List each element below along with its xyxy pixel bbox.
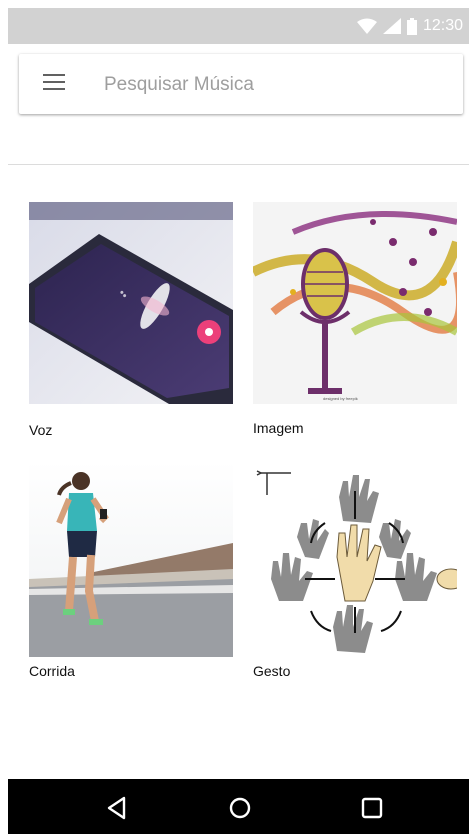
category-label: Corrida	[29, 663, 75, 679]
menu-icon[interactable]	[43, 74, 67, 94]
signal-icon	[382, 18, 401, 34]
status-bar: 12:30	[8, 8, 469, 44]
hand-gesture-image	[253, 461, 457, 657]
category-tile-voz[interactable]: ●● Voz	[29, 202, 233, 442]
search-bar	[19, 54, 463, 114]
app-screen: 12:30 Pesquisar Música ●● Voz designed b…	[8, 8, 469, 834]
svg-text:designed by freepik: designed by freepik	[323, 396, 358, 401]
category-tile-corrida[interactable]: Corrida	[29, 461, 233, 683]
system-nav-bar	[8, 779, 469, 834]
divider	[8, 164, 469, 165]
category-label: Voz	[29, 422, 53, 438]
runner-image	[29, 461, 233, 657]
category-label: Imagem	[253, 420, 304, 436]
status-time: 12:30	[422, 17, 463, 34]
category-tile-gesto[interactable]: Gesto	[253, 461, 457, 683]
home-icon[interactable]	[227, 795, 253, 821]
category-label: Gesto	[253, 663, 291, 679]
microphone-music-image: designed by freepik	[253, 202, 457, 404]
back-icon[interactable]	[104, 795, 130, 821]
smartphone-voice-image: ●●	[29, 202, 233, 404]
search-input[interactable]	[102, 66, 446, 104]
battery-icon	[406, 17, 417, 35]
recents-icon[interactable]	[359, 795, 385, 821]
wifi-icon	[356, 18, 377, 34]
category-tile-imagem[interactable]: designed by freepik Imagem	[253, 202, 457, 442]
